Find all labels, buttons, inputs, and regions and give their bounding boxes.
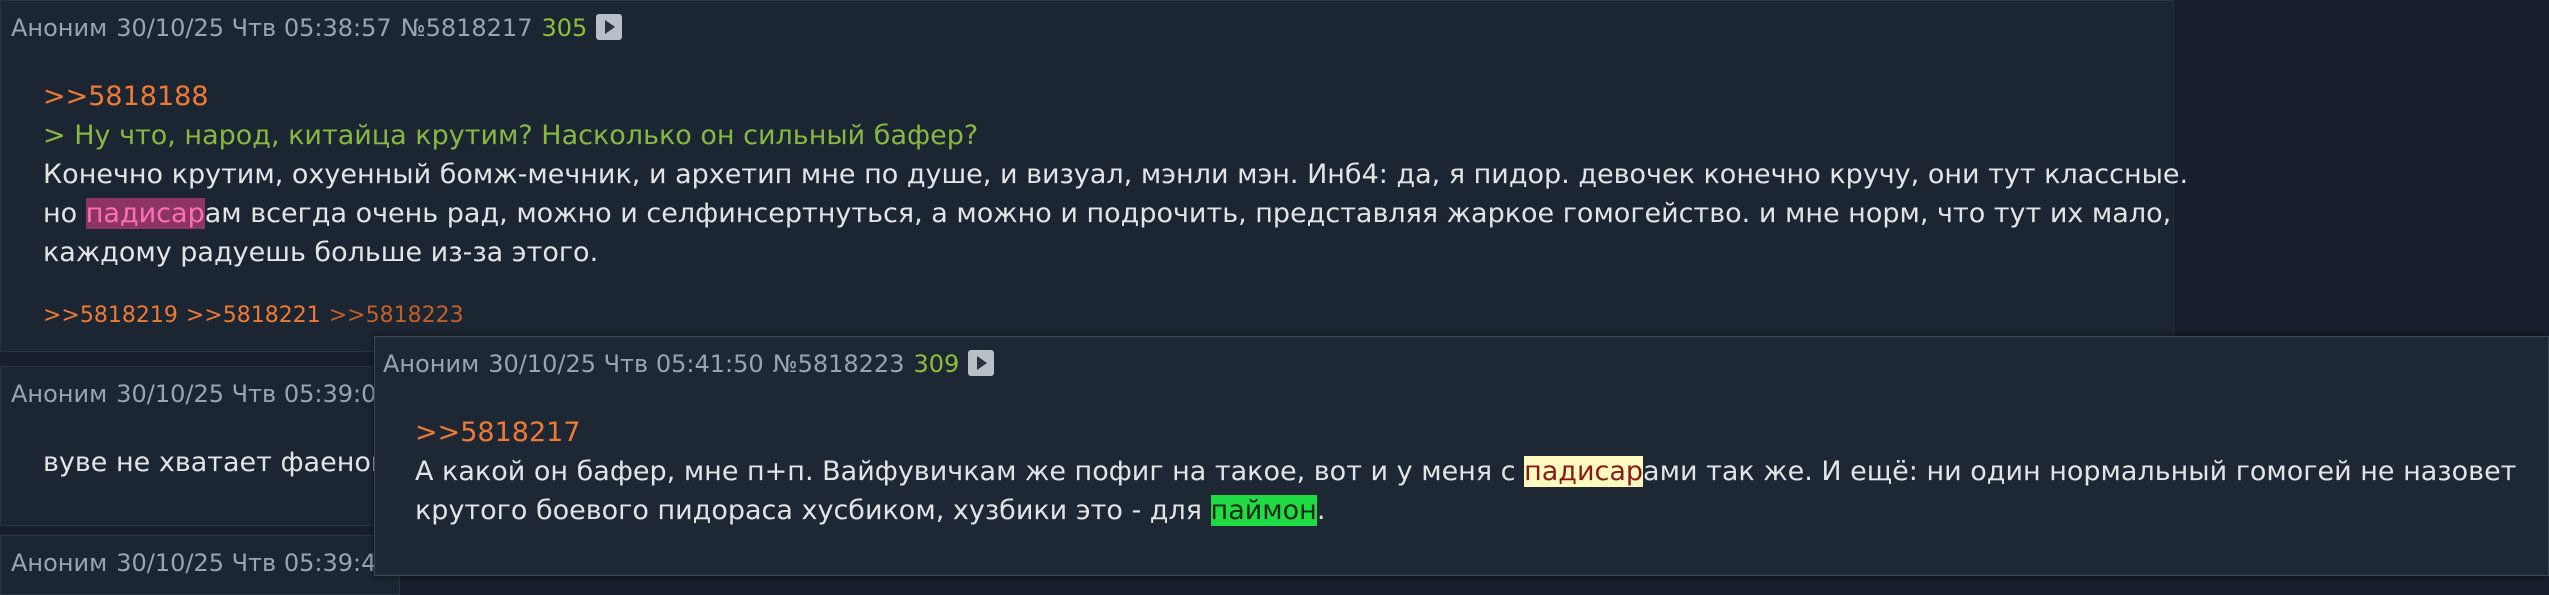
post-5818217: Аноним 30/10/25 Чтв 05:38:57 №5818217 305 >… — [0, 0, 2188, 352]
post-author: Аноним — [11, 549, 108, 577]
backlink[interactable]: >>5818219 — [43, 303, 178, 328]
post-date: 30/10/25 Чтв 05:41:50 — [488, 350, 764, 378]
post-partial: Аноним 30/10/25 Чтв 05:39:4 — [0, 535, 400, 595]
post-preview-popup: Аноним 30/10/25 Чтв 05:41:50 №5818223 309 >… — [374, 336, 2549, 576]
post-text-line: крутого боевого пидораса хусбиком, хузби… — [415, 491, 2516, 530]
post-header: Аноним 30/10/25 Чтв 05:39:4 — [11, 548, 385, 578]
post-partial: Аноним 30/10/25 Чтв 05:39:0 вуве не хвата… — [0, 366, 405, 526]
post-reply-count: 309 — [913, 350, 960, 378]
text-segment: А какой он бафер, мне п+п. Вайфувичкам ж… — [415, 456, 1525, 487]
play-icon[interactable] — [968, 350, 995, 376]
post-text-line: А какой он бафер, мне п+п. Вайфувичкам ж… — [415, 452, 2516, 491]
text-segment: . — [1316, 495, 1326, 526]
post-body: >>5818188 > Ну что, народ, китайца крути… — [43, 77, 2188, 272]
reply-link[interactable]: >>5818217 — [415, 413, 2516, 452]
backlinks: >>5818219 >>5818221 >>5818223 — [43, 303, 472, 328]
text-segment: но — [43, 198, 86, 229]
text-segment: ами так же. И ещё: ни один нормальный го… — [1643, 456, 2517, 487]
backlink[interactable]: >>5818223 — [329, 303, 464, 328]
post-header: Аноним 30/10/25 Чтв 05:39:0 — [11, 379, 385, 409]
text-segment: ам всегда очень рад, можно и селфинсертн… — [204, 198, 2172, 229]
highlighted-word: падисар — [85, 198, 205, 229]
post-number[interactable]: №5818223 — [773, 350, 905, 378]
post-author: Аноним — [11, 380, 108, 408]
post-author: Аноним — [383, 350, 480, 378]
post-date: 30/10/25 Чтв 05:39:4 — [116, 549, 377, 577]
backlink[interactable]: >>5818221 — [186, 303, 321, 328]
post-date: 30/10/25 Чтв 05:38:57 — [116, 14, 392, 42]
text-segment: крутого боевого пидораса хусбиком, хузби… — [415, 495, 1211, 526]
play-icon[interactable] — [596, 14, 623, 40]
post-text-line: каждому радуешь больше из-за этого. — [43, 237, 599, 268]
greentext-quote: > Ну что, народ, китайца крутим? Насколь… — [43, 120, 979, 151]
post-body: >>5818217 А какой он бафер, мне п+п. Вай… — [415, 413, 2516, 530]
post-text-line: вуве не хватает фаенона — [43, 447, 406, 478]
reply-link[interactable]: >>5818188 — [43, 77, 2188, 116]
post-header: Аноним 30/10/25 Чтв 05:41:50 №5818223 309 — [383, 349, 1003, 379]
post-number[interactable]: №5818217 — [401, 14, 533, 42]
post-text-line: но падисарам всегда очень рад, можно и с… — [43, 194, 2188, 233]
post-header: Аноним 30/10/25 Чтв 05:38:57 №5818217 305 — [11, 13, 631, 43]
post-text-line: Конечно крутим, охуенный бомж-мечник, и … — [43, 159, 2189, 190]
post-reply-count: 305 — [541, 14, 588, 42]
highlighted-word: падисар — [1524, 456, 1644, 487]
post-date: 30/10/25 Чтв 05:39:0 — [116, 380, 377, 408]
post-author: Аноним — [11, 14, 108, 42]
highlighted-word: паймон — [1210, 495, 1317, 526]
